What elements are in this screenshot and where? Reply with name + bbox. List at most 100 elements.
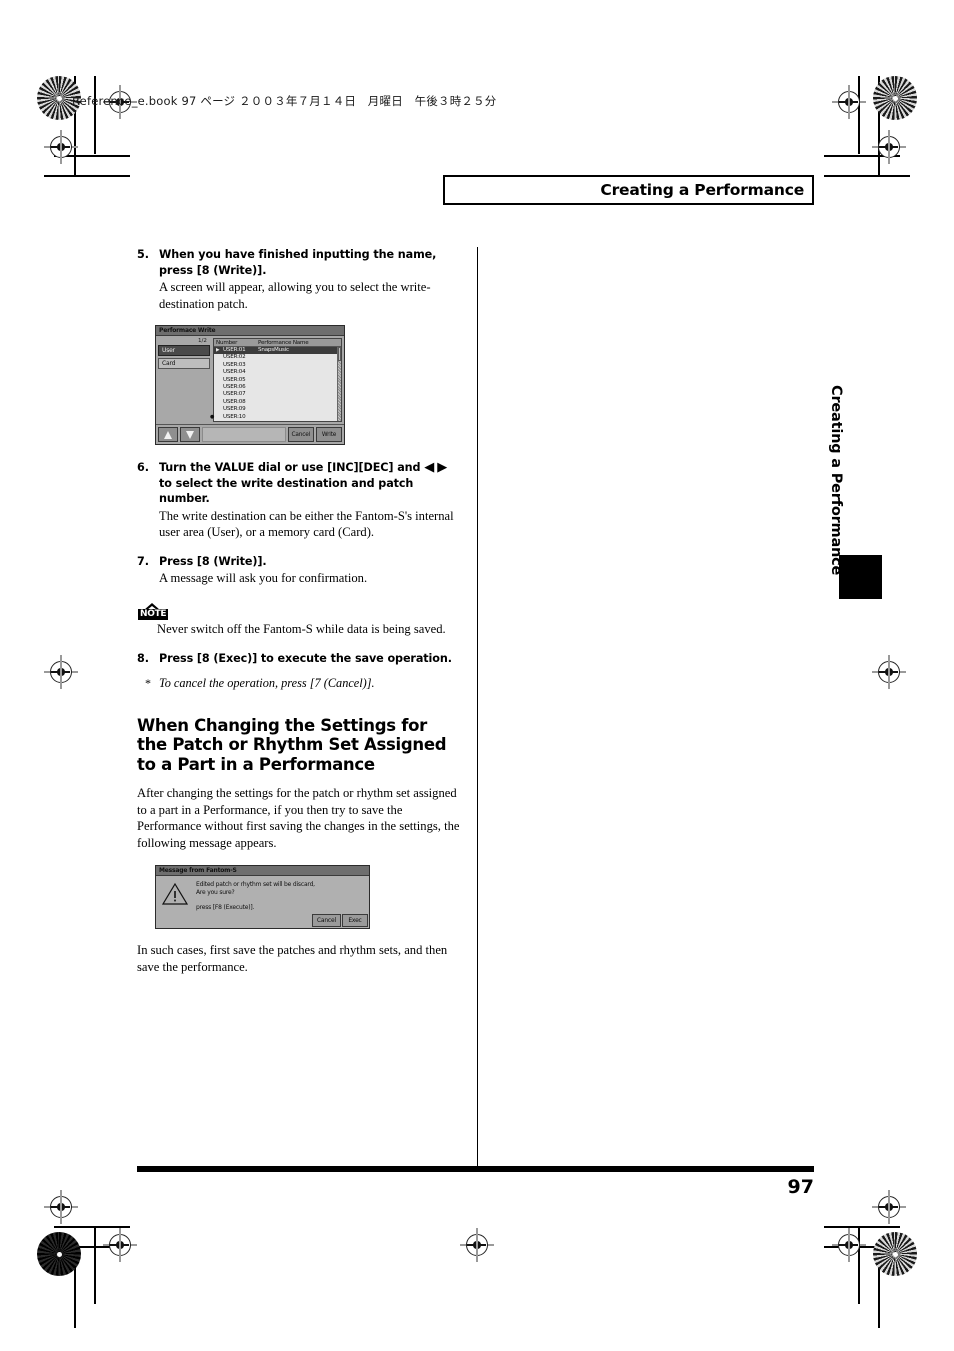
- up-arrow-icon[interactable]: [158, 427, 178, 443]
- performance-write-page-indicator: 1/2: [197, 338, 207, 344]
- list-item-number: USER:08: [223, 398, 246, 405]
- message-dialog-screenshot: Message from Fantom-S Edited patch or rh…: [155, 865, 462, 930]
- footer-rule: [137, 1166, 814, 1172]
- main-content-column: 5. When you have finished inputting the …: [137, 247, 462, 975]
- note-icon: NOTE: [138, 602, 169, 620]
- crop-mark-bottom-left-v: [94, 1226, 96, 1304]
- down-arrow-icon[interactable]: [180, 427, 200, 443]
- message-dialog-title: Message from Fantom-S: [156, 866, 369, 877]
- step-6-title-pre: Turn the VALUE dial or use [INC][DEC] an…: [159, 461, 421, 475]
- step-8-number: 8.: [137, 652, 150, 666]
- dialog-cancel-button[interactable]: Cancel: [311, 914, 341, 928]
- section-heading: When Changing the Settings for the Patch…: [137, 715, 447, 774]
- crop-mark-top-left-v: [94, 76, 96, 154]
- registration-cross-bottom-right: [832, 1228, 866, 1262]
- registration-star-top-right: [873, 76, 917, 120]
- running-title-text: Creating a Performance: [600, 181, 804, 199]
- footnote-text: To cancel the operation, press [7 (Cance…: [159, 675, 375, 690]
- page-number: 97: [787, 1176, 814, 1198]
- message-dialog-body: Edited patch or rhythm set will be disca…: [156, 876, 369, 914]
- registration-star-bottom-right: [873, 1232, 917, 1276]
- list-item[interactable]: USER:02: [214, 354, 341, 361]
- performance-write-list-panel: Number Performance Name USER:01 SnapsMus…: [213, 338, 342, 423]
- step-7-number: 7.: [137, 554, 150, 568]
- performance-write-source-panel: 1/2 User Card: [158, 338, 210, 422]
- list-item[interactable]: USER:09: [214, 406, 341, 413]
- step-8-title: Press [8 (Exec)] to execute the save ope…: [159, 652, 452, 666]
- cancel-button[interactable]: Cancel: [287, 427, 314, 443]
- step-6-title-post: to select the write destination and patc…: [159, 476, 414, 506]
- list-item-number: USER:06: [223, 384, 246, 391]
- column-divider: [477, 247, 478, 1167]
- side-tab-label: Creating a Performance: [828, 385, 844, 576]
- list-item-number: USER:03: [223, 361, 246, 368]
- message-dialog-message: Edited patch or rhythm set will be disca…: [196, 881, 365, 912]
- performance-write-body: 1/2 User Card Number Performance Name US…: [156, 336, 344, 424]
- running-title-bar: Creating a Performance: [443, 175, 814, 205]
- message-line-3: press [F8 (Execute)].: [196, 904, 255, 912]
- footnote-asterisk: *: [145, 675, 151, 690]
- note-text: Never switch off the Fantom-S while data…: [157, 621, 446, 636]
- step-7: 7. Press [8 (Write)]. A message will ask…: [137, 554, 462, 587]
- registration-cross-bottom-left: [103, 1228, 137, 1262]
- cancel-footnote: * To cancel the operation, press [7 (Can…: [137, 675, 462, 691]
- step-8-body: Press [8 (Exec)] to execute the save ope…: [159, 651, 462, 667]
- right-triangle-icon: ▶: [437, 460, 451, 476]
- list-item-name: SnapsMusic: [258, 347, 289, 353]
- step-7-description: A message will ask you for confirmation.: [159, 571, 368, 586]
- performance-write-lcd: Performace Write 1/2 User Card Number Pe…: [155, 325, 345, 446]
- performance-write-list[interactable]: USER:01 SnapsMusic USER:02 USER:03 U: [214, 347, 341, 422]
- list-item[interactable]: USER:03: [214, 362, 341, 369]
- step-6-number: 6.: [137, 461, 150, 475]
- source-tab-card[interactable]: Card: [158, 358, 210, 369]
- step-7-title: Press [8 (Write)].: [159, 554, 267, 568]
- list-item-number: USER:05: [223, 376, 246, 383]
- scrollbar-thumb[interactable]: [338, 347, 341, 361]
- step-5: 5. When you have finished inputting the …: [137, 247, 462, 312]
- note-block: NOTE Never switch off the Fantom-S while…: [137, 602, 462, 638]
- list-item-number: USER:04: [223, 369, 246, 376]
- list-item[interactable]: USER:08: [214, 399, 341, 406]
- write-button[interactable]: Write: [316, 427, 342, 443]
- step-5-body: When you have finished inputting the nam…: [159, 247, 462, 312]
- column-header-number: Number: [216, 339, 238, 346]
- source-tab-user[interactable]: User: [158, 345, 210, 356]
- column-header-performance-name: Performance Name: [258, 339, 309, 346]
- note-badge-label: NOTE: [138, 608, 169, 620]
- list-item[interactable]: USER:07: [214, 391, 341, 398]
- registration-cross-left-bottom: [44, 1190, 78, 1224]
- step-6-description: The write destination can be either the …: [159, 508, 454, 540]
- list-item[interactable]: USER:10: [214, 414, 341, 421]
- file-info-header: Reference_e.book 97 ページ ２００３年７月１４日 月曜日 午…: [72, 94, 497, 108]
- registration-cross-right-middle: [872, 655, 906, 689]
- section-paragraph: After changing the settings for the patc…: [137, 786, 460, 850]
- registration-cross-bottom-center: [460, 1228, 494, 1262]
- list-item[interactable]: USER:01 SnapsMusic: [214, 347, 341, 355]
- message-dialog-button-bar: Cancel Exec: [156, 914, 369, 928]
- crop-mark-top-left-h2: [44, 175, 130, 177]
- step-8: 8. Press [8 (Exec)] to execute the save …: [137, 651, 462, 667]
- list-item-number: USER:02: [223, 354, 246, 361]
- performance-write-button-bar: Cancel Write: [156, 424, 344, 445]
- list-item-number: USER:09: [223, 406, 246, 413]
- registration-star-bottom-left: [37, 1232, 81, 1276]
- list-item[interactable]: USER:05: [214, 377, 341, 384]
- step-6-body: Turn the VALUE dial or use [INC][DEC] an…: [159, 460, 462, 541]
- performance-write-title: Performace Write: [156, 326, 344, 336]
- section-closing-paragraph: In such cases, first save the patches an…: [137, 943, 448, 974]
- message-dialog: Message from Fantom-S Edited patch or rh…: [155, 865, 370, 930]
- list-item[interactable]: USER:04: [214, 369, 341, 376]
- step-5-description: A screen will appear, allowing you to se…: [159, 280, 431, 311]
- step-5-number: 5.: [137, 248, 150, 261]
- performance-write-column-headers: Number Performance Name: [214, 339, 341, 347]
- message-line-1: Edited patch or rhythm set will be disca…: [196, 881, 315, 889]
- message-line-2: Are you sure?: [196, 889, 235, 897]
- list-scrollbar[interactable]: [337, 347, 341, 422]
- registration-cross-right-top: [872, 130, 906, 164]
- list-item[interactable]: USER:06: [214, 384, 341, 391]
- list-item-number: USER:01: [216, 347, 258, 354]
- registration-cross-top-left: [44, 130, 78, 164]
- registration-cross-left-middle: [44, 655, 78, 689]
- dialog-exec-button[interactable]: Exec: [342, 914, 368, 928]
- step-6: 6. Turn the VALUE dial or use [INC][DEC]…: [137, 460, 462, 541]
